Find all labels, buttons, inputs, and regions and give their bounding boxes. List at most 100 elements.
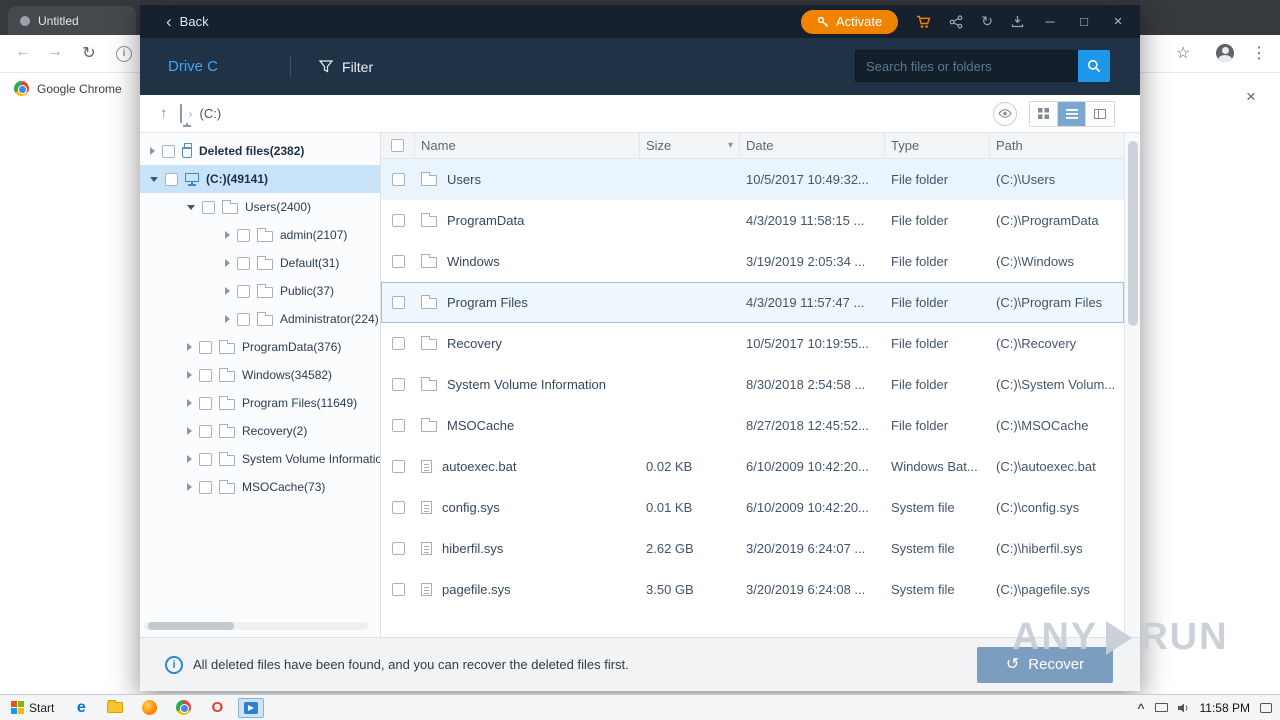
expand-arrow-icon[interactable] bbox=[187, 204, 195, 210]
tree-checkbox[interactable] bbox=[199, 340, 212, 354]
file-row[interactable]: ProgramData 4/3/2019 11:58:15 ... File f… bbox=[381, 200, 1124, 241]
tree-checkbox[interactable] bbox=[202, 200, 215, 214]
tree-horizontal-scrollbar[interactable] bbox=[144, 622, 368, 630]
column-header-size[interactable]: Size ▾ bbox=[640, 133, 740, 158]
file-row[interactable]: Program Files 4/3/2019 11:57:47 ... File… bbox=[381, 282, 1124, 323]
file-row[interactable]: System Volume Information 8/30/2018 2:54… bbox=[381, 364, 1124, 405]
tree-item[interactable]: Windows(34582) bbox=[140, 361, 380, 389]
minimize-icon[interactable]: ─ bbox=[1042, 14, 1058, 29]
breadcrumb-path[interactable]: (C:) bbox=[200, 106, 222, 121]
expand-arrow-icon[interactable] bbox=[150, 176, 158, 182]
maximize-icon[interactable]: □ bbox=[1076, 14, 1092, 29]
tree-item[interactable]: (C:)(49141) bbox=[140, 165, 380, 193]
file-row[interactable]: config.sys 0.01 KB 6/10/2009 10:42:20...… bbox=[381, 487, 1124, 528]
download-icon[interactable] bbox=[1011, 15, 1024, 28]
tree-item[interactable]: Program Files(11649) bbox=[140, 389, 380, 417]
back-button[interactable]: ‹ Back bbox=[166, 13, 209, 30]
row-checkbox[interactable] bbox=[391, 542, 405, 555]
column-header-date[interactable]: Date bbox=[740, 133, 885, 158]
tree-item[interactable]: Users(2400) bbox=[140, 193, 380, 221]
activate-button[interactable]: Activate bbox=[801, 9, 899, 34]
tree-item[interactable]: admin(2107) bbox=[140, 221, 380, 249]
expand-arrow-icon[interactable] bbox=[187, 455, 192, 463]
file-row[interactable]: pagefile.sys 3.50 GB 3/20/2019 6:24:08 .… bbox=[381, 569, 1124, 610]
expand-arrow-icon[interactable] bbox=[150, 147, 155, 155]
expand-arrow-icon[interactable] bbox=[225, 287, 230, 295]
scrollbar-thumb[interactable] bbox=[1128, 141, 1138, 326]
row-checkbox[interactable] bbox=[391, 460, 405, 473]
file-row[interactable]: Windows 3/19/2019 2:05:34 ... File folde… bbox=[381, 241, 1124, 282]
taskbar-recovery-app-button[interactable] bbox=[238, 697, 265, 718]
filter-button[interactable]: Filter bbox=[319, 59, 373, 75]
file-row[interactable]: Users 10/5/2017 10:49:32... File folder … bbox=[381, 159, 1124, 200]
row-checkbox[interactable] bbox=[391, 296, 405, 309]
tree-checkbox[interactable] bbox=[199, 368, 212, 382]
tree-item[interactable]: Recovery(2) bbox=[140, 417, 380, 445]
expand-arrow-icon[interactable] bbox=[187, 427, 192, 435]
close-window-icon[interactable]: × bbox=[1110, 13, 1126, 30]
browser-menu-icon[interactable]: ⋮ bbox=[1248, 43, 1270, 63]
display-icon[interactable] bbox=[1154, 703, 1168, 712]
select-all-checkbox[interactable] bbox=[391, 139, 404, 152]
close-icon[interactable]: × bbox=[1246, 87, 1256, 107]
expand-arrow-icon[interactable] bbox=[187, 399, 192, 407]
up-level-icon[interactable]: ↑ bbox=[160, 105, 168, 122]
tree-checkbox[interactable] bbox=[199, 452, 212, 466]
tree-checkbox[interactable] bbox=[237, 312, 250, 326]
tree-item[interactable]: Administrator(224) bbox=[140, 305, 380, 333]
bookmark-star-icon[interactable]: ☆ bbox=[1172, 43, 1194, 63]
browser-forward-icon[interactable]: → bbox=[44, 43, 66, 61]
row-checkbox[interactable] bbox=[391, 337, 405, 350]
file-row[interactable]: hiberfil.sys 2.62 GB 3/20/2019 6:24:07 .… bbox=[381, 528, 1124, 569]
file-row[interactable]: autoexec.bat 0.02 KB 6/10/2009 10:42:20.… bbox=[381, 446, 1124, 487]
scrollbar-thumb[interactable] bbox=[148, 622, 234, 630]
size-filter-dropdown-icon[interactable]: ▾ bbox=[728, 140, 733, 151]
taskbar-opera-button[interactable]: O bbox=[204, 698, 230, 718]
tree-checkbox[interactable] bbox=[162, 144, 175, 158]
taskbar-firefox-button[interactable] bbox=[136, 698, 162, 718]
browser-back-icon[interactable]: ← bbox=[12, 43, 34, 61]
vertical-scrollbar[interactable] bbox=[1124, 133, 1140, 637]
grid-view-button[interactable] bbox=[1030, 101, 1058, 126]
start-button[interactable]: Start bbox=[5, 699, 60, 717]
expand-arrow-icon[interactable] bbox=[187, 343, 192, 351]
taskbar-chrome-button[interactable] bbox=[170, 698, 196, 718]
clock[interactable]: 11:58 PM bbox=[1200, 701, 1250, 715]
expand-arrow-icon[interactable] bbox=[225, 315, 230, 323]
column-header-path[interactable]: Path bbox=[990, 133, 1124, 158]
row-checkbox[interactable] bbox=[391, 583, 405, 596]
detail-view-button[interactable] bbox=[1086, 101, 1114, 126]
expand-arrow-icon[interactable] bbox=[187, 371, 192, 379]
bookmark-google-chrome[interactable]: Google Chrome bbox=[14, 81, 122, 96]
expand-arrow-icon[interactable] bbox=[225, 259, 230, 267]
recover-button[interactable]: ↺ Recover bbox=[977, 646, 1113, 683]
tree-checkbox[interactable] bbox=[199, 396, 212, 410]
drive-tab[interactable]: Drive C bbox=[168, 58, 218, 75]
tree-item[interactable]: Deleted files(2382) bbox=[140, 137, 380, 165]
tree-item[interactable]: Default(31) bbox=[140, 249, 380, 277]
tree-checkbox[interactable] bbox=[199, 480, 212, 494]
row-checkbox[interactable] bbox=[391, 378, 405, 391]
expand-arrow-icon[interactable] bbox=[187, 483, 192, 491]
tree-item[interactable]: Public(37) bbox=[140, 277, 380, 305]
taskbar-edge-button[interactable]: e bbox=[68, 698, 94, 718]
sync-icon[interactable]: ↻ bbox=[981, 13, 993, 30]
file-row[interactable]: MSOCache 8/27/2018 12:45:52... File fold… bbox=[381, 405, 1124, 446]
tree-checkbox[interactable] bbox=[237, 256, 250, 270]
tree-checkbox[interactable] bbox=[237, 228, 250, 242]
row-checkbox[interactable] bbox=[391, 214, 405, 227]
share-icon[interactable] bbox=[949, 14, 963, 29]
tree-checkbox[interactable] bbox=[237, 284, 250, 298]
volume-icon[interactable] bbox=[1177, 703, 1190, 713]
list-view-button[interactable] bbox=[1058, 101, 1086, 126]
row-checkbox[interactable] bbox=[391, 501, 405, 514]
browser-reload-icon[interactable]: ↻ bbox=[78, 43, 100, 63]
tray-expand-icon[interactable]: ^ bbox=[1138, 701, 1145, 715]
row-checkbox[interactable] bbox=[391, 419, 405, 432]
tree-item[interactable]: MSOCache(73) bbox=[140, 473, 380, 501]
column-header-type[interactable]: Type bbox=[885, 133, 990, 158]
file-row[interactable]: Recovery 10/5/2017 10:19:55... File fold… bbox=[381, 323, 1124, 364]
column-header-name[interactable]: Name bbox=[415, 133, 640, 158]
action-center-icon[interactable] bbox=[1260, 702, 1272, 713]
tree-item[interactable]: System Volume Information bbox=[140, 445, 380, 473]
